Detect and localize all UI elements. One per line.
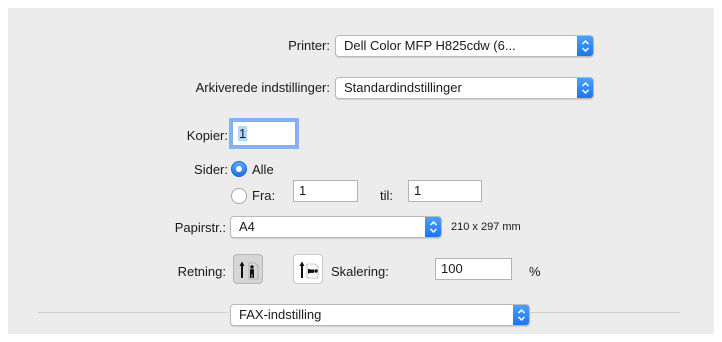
orientation-landscape-button[interactable] (293, 254, 323, 284)
section-popup[interactable]: FAX-indstilling (230, 304, 530, 326)
paper-dimensions: 210 x 297 mm (451, 221, 521, 233)
paper-size-popup[interactable]: A4 (230, 216, 442, 238)
copies-field[interactable]: 1 (232, 121, 296, 146)
pages-all-radio[interactable] (231, 161, 247, 177)
scaling-value: 100 (441, 261, 463, 276)
scaling-field[interactable]: 100 (435, 258, 512, 280)
printer-popup-chevron-icon (577, 36, 593, 56)
pages-range-radio[interactable] (231, 188, 247, 204)
copies-value: 1 (238, 126, 248, 141)
copies-label: Kopier: (186, 128, 228, 143)
printer-popup[interactable]: Dell Color MFP H825cdw (6... (335, 35, 594, 57)
presets-popup[interactable]: Standardindstillinger (335, 77, 594, 99)
pages-to-field[interactable]: 1 (408, 180, 482, 202)
pages-from-value: 1 (299, 183, 307, 198)
pages-all-label: Alle (252, 162, 274, 177)
paper-size-value: A4 (239, 219, 255, 234)
section-popup-chevron-icon (513, 305, 529, 325)
section-value: FAX-indstilling (239, 307, 322, 322)
printer-label: Printer: (288, 38, 330, 53)
pages-label: Sider: (194, 162, 228, 177)
pages-to-value: 1 (414, 183, 422, 198)
pages-from-field[interactable]: 1 (293, 180, 358, 202)
portrait-icon (239, 261, 259, 280)
printer-value: Dell Color MFP H825cdw (6... (344, 38, 516, 53)
orientation-portrait-button[interactable] (233, 254, 263, 284)
scaling-unit: % (529, 264, 541, 279)
pages-from-label: Fra: (252, 188, 276, 203)
presets-label: Arkiverede indstillinger: (195, 80, 330, 95)
separator-right (530, 312, 680, 313)
paper-size-label: Papirstr.: (174, 220, 226, 235)
separator-left (38, 312, 228, 313)
scaling-label: Skalering: (331, 264, 389, 279)
landscape-icon (299, 261, 319, 279)
presets-value: Standardindstillinger (344, 80, 462, 95)
print-dialog-panel: Printer: Dell Color MFP H825cdw (6... Ar… (8, 8, 714, 334)
paper-size-chevron-icon (425, 217, 441, 237)
presets-popup-chevron-icon (577, 78, 593, 98)
orientation-label: Retning: (177, 264, 226, 279)
pages-to-label: til: (380, 188, 393, 203)
